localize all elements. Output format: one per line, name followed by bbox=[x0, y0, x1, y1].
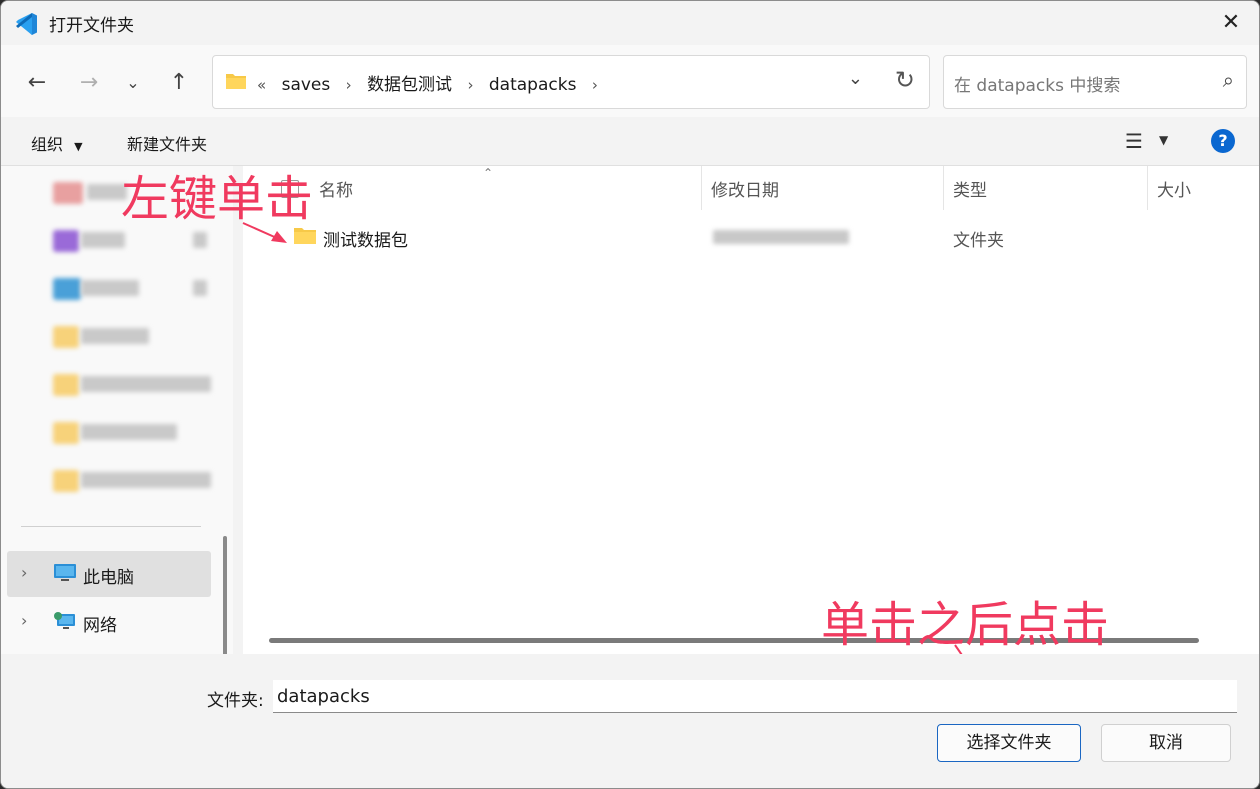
file-list-pane: ⌃ 名称 修改日期 类型 大小 测试数据包 文件夹 bbox=[243, 166, 1259, 654]
blurred-folder-icon bbox=[53, 374, 79, 396]
blurred-date-modified bbox=[713, 230, 849, 244]
cancel-button[interactable]: 取消 bbox=[1101, 724, 1231, 762]
window-title: 打开文件夹 bbox=[49, 16, 134, 36]
blurred-folder-icon bbox=[53, 326, 79, 348]
blurred-nav-item[interactable] bbox=[81, 472, 211, 488]
select-folder-button[interactable]: 选择文件夹 bbox=[937, 724, 1081, 762]
breadcrumb-separator-icon[interactable]: › bbox=[467, 76, 473, 94]
blurred-pin bbox=[193, 232, 207, 248]
organize-dropdown-icon: ▼ bbox=[74, 140, 83, 153]
breadcrumb-overflow[interactable]: « bbox=[257, 76, 266, 94]
file-type: 文件夹 bbox=[953, 231, 1004, 251]
organize-label: 组织 bbox=[31, 135, 64, 154]
blurred-nav-item[interactable] bbox=[81, 328, 149, 344]
breadcrumb-datapacks[interactable]: datapacks bbox=[489, 75, 577, 95]
blurred-folder-icon bbox=[53, 422, 79, 444]
view-options-icon[interactable]: ☰ bbox=[1125, 129, 1143, 153]
sort-ascending-icon: ⌃ bbox=[483, 166, 494, 180]
monitor-icon bbox=[54, 564, 76, 581]
title-bar: 打开文件夹 ✕ bbox=[1, 1, 1259, 45]
recent-locations-chevron-icon[interactable]: ⌄ bbox=[117, 67, 149, 99]
blurred-nav-item[interactable] bbox=[81, 424, 177, 440]
organize-button[interactable]: 组织 ▼ bbox=[31, 131, 83, 155]
column-divider[interactable] bbox=[943, 166, 944, 210]
breadcrumb-data-pack-test[interactable]: 数据包测试 bbox=[367, 75, 452, 95]
close-icon[interactable]: ✕ bbox=[1217, 9, 1245, 37]
column-header-type[interactable]: 类型 bbox=[953, 176, 987, 201]
search-input[interactable]: 在 datapacks 中搜索 bbox=[954, 71, 1120, 96]
sidebar-item-this-pc[interactable]: › 此电脑 bbox=[1, 551, 211, 597]
blurred-nav-item[interactable] bbox=[81, 280, 139, 296]
vscode-icon bbox=[16, 13, 37, 35]
new-folder-button[interactable]: 新建文件夹 bbox=[127, 131, 207, 155]
annotation-arrow-icon bbox=[242, 222, 287, 243]
column-header-name[interactable]: 名称 bbox=[319, 176, 353, 201]
navigation-bar: ← → ⌄ ↑ « saves › 数据包测试 › datapacks › ⌄ … bbox=[1, 45, 1259, 117]
blurred-nav-item-icon bbox=[53, 182, 83, 204]
blurred-nav-item-icon bbox=[53, 278, 81, 300]
folder-icon bbox=[226, 74, 246, 89]
forward-arrow-icon[interactable]: → bbox=[73, 67, 105, 99]
breadcrumb-separator-icon[interactable]: › bbox=[592, 76, 598, 94]
sidebar-item-label: 此电脑 bbox=[83, 568, 134, 588]
blurred-nav-item-icon bbox=[53, 230, 79, 252]
navigation-pane: › 此电脑 › 网络 bbox=[1, 166, 233, 768]
view-dropdown-icon[interactable]: ▼ bbox=[1159, 133, 1168, 147]
up-arrow-icon[interactable]: ↑ bbox=[163, 67, 195, 99]
chevron-right-icon[interactable]: › bbox=[21, 611, 27, 630]
blurred-nav-item[interactable] bbox=[81, 232, 125, 248]
search-box[interactable]: 在 datapacks 中搜索 ⌕ bbox=[943, 55, 1247, 109]
blurred-folder-icon bbox=[53, 470, 79, 492]
breadcrumb: « saves › 数据包测试 › datapacks › bbox=[257, 70, 608, 95]
address-bar[interactable]: « saves › 数据包测试 › datapacks › ⌄ ↻ bbox=[212, 55, 930, 109]
dialog-footer: 文件夹: 选择文件夹 取消 bbox=[1, 654, 1259, 788]
breadcrumb-separator-icon[interactable]: › bbox=[346, 76, 352, 94]
nav-divider bbox=[21, 526, 201, 527]
folder-label: 文件夹: bbox=[207, 691, 264, 711]
sidebar-item-network[interactable]: › 网络 bbox=[1, 599, 211, 645]
open-folder-dialog: 打开文件夹 ✕ ← → ⌄ ↑ « saves › 数据包测试 › datapa… bbox=[0, 0, 1260, 789]
column-header-date-modified[interactable]: 修改日期 bbox=[711, 176, 779, 201]
blurred-nav-item[interactable] bbox=[81, 376, 211, 392]
column-header-size[interactable]: 大小 bbox=[1157, 176, 1191, 201]
refresh-icon[interactable]: ↻ bbox=[895, 66, 915, 94]
back-arrow-icon[interactable]: ← bbox=[21, 67, 53, 99]
network-icon bbox=[54, 612, 75, 629]
chevron-right-icon[interactable]: › bbox=[21, 563, 27, 582]
folder-name-input[interactable] bbox=[273, 680, 1237, 713]
column-divider[interactable] bbox=[701, 166, 702, 210]
blurred-pin bbox=[193, 280, 207, 296]
sidebar-item-label: 网络 bbox=[83, 616, 117, 636]
search-icon[interactable]: ⌕ bbox=[1223, 68, 1234, 92]
help-icon[interactable]: ? bbox=[1211, 129, 1235, 153]
file-name: 测试数据包 bbox=[323, 231, 408, 251]
address-dropdown-chevron-icon[interactable]: ⌄ bbox=[848, 68, 863, 89]
column-divider[interactable] bbox=[1147, 166, 1148, 210]
breadcrumb-saves[interactable]: saves bbox=[282, 75, 331, 95]
